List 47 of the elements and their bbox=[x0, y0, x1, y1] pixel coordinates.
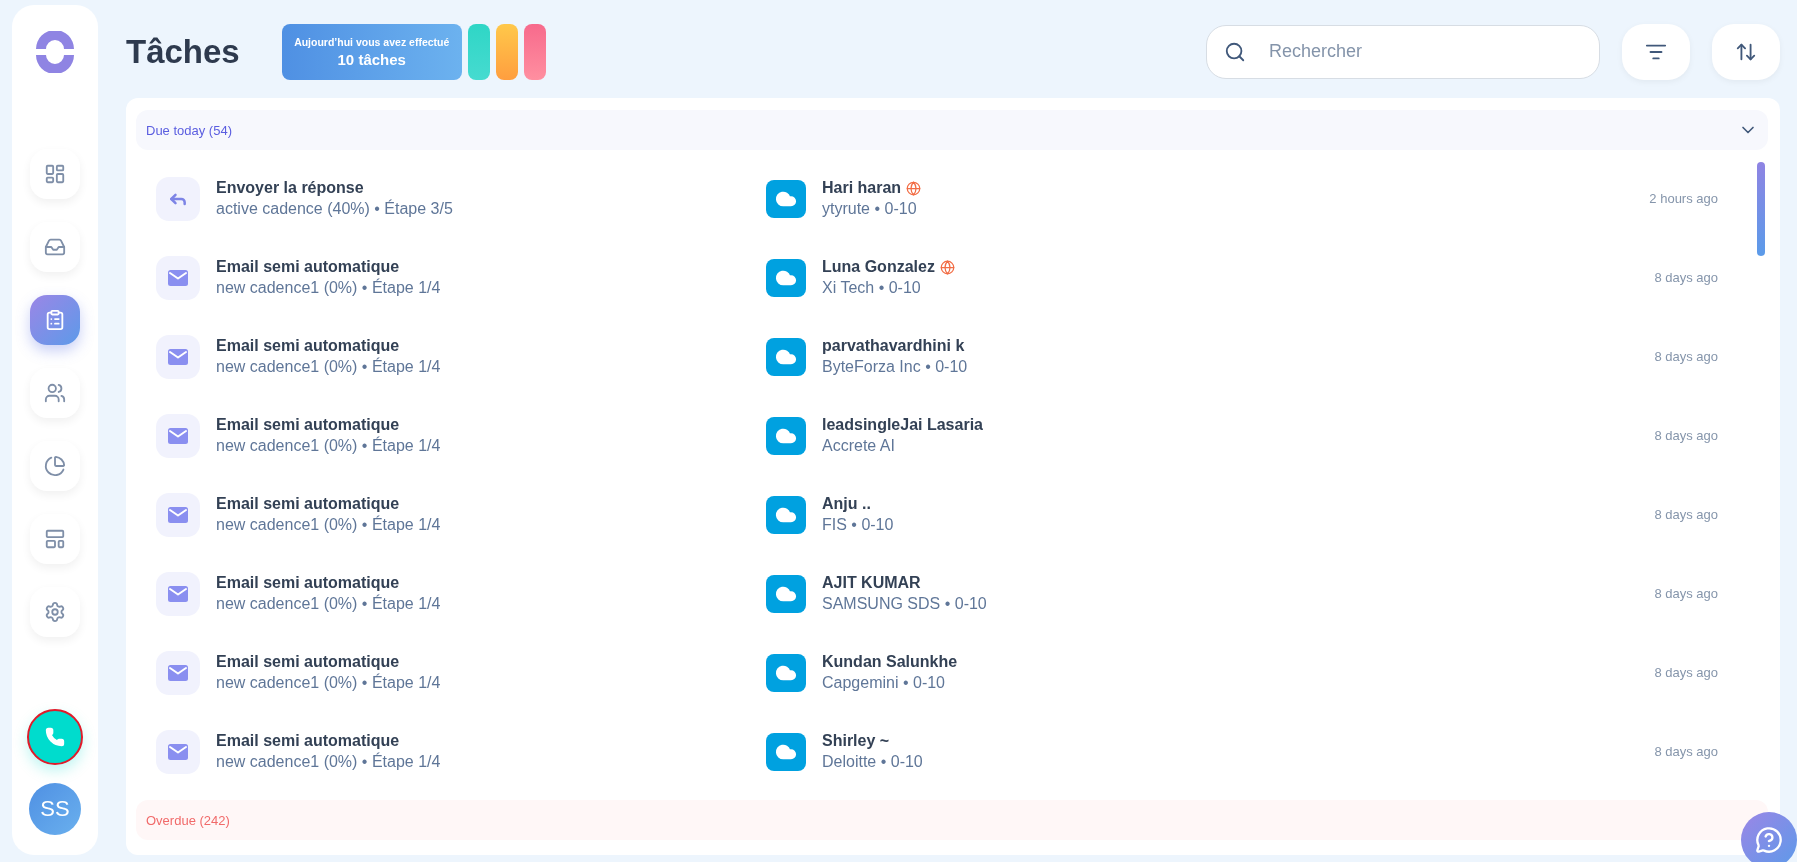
task-time: 8 days ago bbox=[1654, 665, 1718, 680]
task-cadence: new cadence1 (0%) • Étape 1/4 bbox=[216, 358, 441, 376]
contact-company: Deloitte • 0-10 bbox=[822, 753, 923, 771]
contact-name[interactable]: Kundan Salunkhe bbox=[822, 653, 958, 671]
section-title: Overdue (242) bbox=[146, 812, 230, 828]
contact-name[interactable]: AJIT KUMAR bbox=[822, 574, 921, 592]
section-title: Due today (54) bbox=[146, 122, 232, 138]
task-title[interactable]: Email semi automatique bbox=[216, 732, 441, 750]
contact-name[interactable]: parvathavardhini k bbox=[822, 337, 965, 355]
task-cadence: new cadence1 (0%) • Étape 1/4 bbox=[216, 753, 441, 771]
task-title[interactable]: Email semi automatique bbox=[216, 337, 441, 355]
task-title[interactable]: Email semi automatique bbox=[216, 416, 441, 434]
task-time: 8 days ago bbox=[1654, 744, 1718, 759]
contact-company: ByteForza Inc • 0-10 bbox=[822, 358, 968, 376]
section-header[interactable]: Due today (54) bbox=[136, 110, 1768, 150]
task-cadence: new cadence1 (0%) • Étape 1/4 bbox=[216, 674, 441, 692]
contact-name[interactable]: Hari haran bbox=[822, 179, 902, 197]
task-title[interactable]: Email semi automatique bbox=[216, 258, 441, 276]
contact-company: ytyrute • 0-10 bbox=[822, 200, 918, 218]
contact-company: Capgemini • 0-10 bbox=[822, 674, 946, 692]
task-cadence: active cadence (40%) • Étape 3/5 bbox=[216, 200, 453, 218]
contact-name[interactable]: Shirley ~ bbox=[822, 732, 890, 750]
contact-name[interactable]: Anju .. bbox=[822, 495, 871, 513]
task-cadence: new cadence1 (0%) • Étape 1/4 bbox=[216, 279, 441, 297]
task-cadence: new cadence1 (0%) • Étape 1/4 bbox=[216, 595, 441, 613]
task-time: 8 days ago bbox=[1654, 270, 1718, 285]
search-field[interactable]: Rechercher bbox=[1206, 24, 1600, 79]
contact-company: Accrete AI bbox=[822, 437, 896, 455]
task-cadence: new cadence1 (0%) • Étape 1/4 bbox=[216, 516, 441, 534]
task-title[interactable]: Email semi automatique bbox=[216, 574, 441, 592]
task-title[interactable]: Email semi automatique bbox=[216, 653, 441, 671]
task-time: 8 days ago bbox=[1654, 586, 1718, 601]
task-title[interactable]: Envoyer la réponse bbox=[216, 179, 453, 197]
contact-company: FIS • 0-10 bbox=[822, 516, 894, 534]
task-time: 2 hours ago bbox=[1649, 191, 1718, 206]
task-time: 8 days ago bbox=[1654, 349, 1718, 364]
task-cadence: new cadence1 (0%) • Étape 1/4 bbox=[216, 437, 441, 455]
page-title: Tâches bbox=[126, 32, 240, 71]
contact-company: Xi Tech • 0-10 bbox=[822, 279, 922, 297]
summary-count: 10 tâches bbox=[337, 50, 406, 68]
contact-company: SAMSUNG SDS • 0-10 bbox=[822, 595, 987, 613]
contact-name[interactable]: Luna Gonzalez bbox=[822, 258, 935, 276]
task-time: 8 days ago bbox=[1654, 428, 1718, 443]
summary-caption: Aujourd’hui vous avez effectué bbox=[294, 35, 450, 48]
contact-name[interactable]: leadsingleJai Lasaria bbox=[822, 416, 983, 434]
task-title[interactable]: Email semi automatique bbox=[216, 495, 441, 513]
task-time: 8 days ago bbox=[1654, 507, 1718, 522]
